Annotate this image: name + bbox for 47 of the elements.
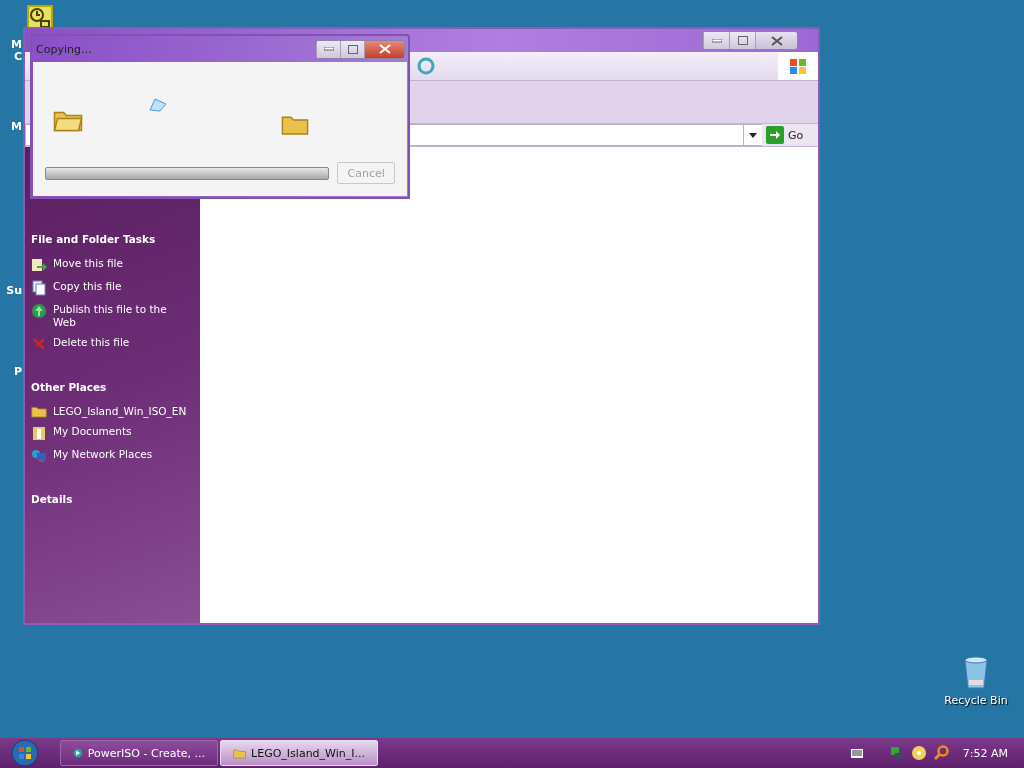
clock[interactable]: 7:52 AM bbox=[962, 746, 1008, 760]
close-icon bbox=[378, 44, 391, 54]
minimize-icon bbox=[711, 38, 722, 43]
dropdown-button[interactable] bbox=[744, 124, 762, 146]
maximize-icon bbox=[347, 44, 358, 54]
task-link[interactable]: LEGO_Island_Win_ISO_EN bbox=[31, 405, 200, 418]
maximize-button[interactable] bbox=[729, 32, 755, 49]
taskbar-button[interactable]: PowerISO - Create, ... bbox=[60, 740, 218, 766]
task-link[interactable]: Move this file bbox=[31, 257, 200, 273]
move-icon bbox=[31, 257, 47, 273]
desktop-icon-label: M bbox=[11, 38, 22, 51]
keyboard-icon[interactable] bbox=[850, 748, 863, 758]
minimize-button[interactable] bbox=[316, 40, 340, 58]
search-icon[interactable] bbox=[932, 745, 949, 761]
desktop-icon-label: C bbox=[13, 50, 22, 63]
task-link[interactable]: My Documents bbox=[31, 425, 200, 441]
start-button[interactable] bbox=[8, 739, 42, 767]
folder-icon bbox=[31, 405, 47, 418]
section-heading[interactable]: Details bbox=[31, 493, 200, 505]
dialog-title: Copying... bbox=[36, 42, 92, 56]
maximize-button[interactable] bbox=[340, 40, 364, 58]
maximize-icon bbox=[737, 36, 748, 45]
section-heading[interactable]: File and Folder Tasks bbox=[31, 233, 200, 245]
close-button[interactable] bbox=[364, 40, 404, 58]
task-link[interactable]: Copy this file bbox=[31, 280, 200, 296]
recycle-bin-icon[interactable] bbox=[962, 656, 990, 690]
task-link[interactable]: Delete this file bbox=[31, 336, 200, 352]
task-link[interactable]: Publish this file to the Web bbox=[31, 303, 200, 329]
folder-icon bbox=[281, 113, 309, 136]
desktop-icon-label: Su bbox=[6, 284, 22, 297]
paper-icon bbox=[149, 98, 167, 112]
documents-icon bbox=[31, 425, 47, 441]
document-icon bbox=[31, 280, 47, 296]
desktop-icon-label: P bbox=[13, 365, 22, 378]
close-icon bbox=[770, 35, 783, 46]
section-heading[interactable]: Other Places bbox=[31, 381, 200, 393]
desktop-icon-label: M bbox=[11, 120, 22, 133]
x-icon bbox=[31, 336, 47, 352]
network-icon[interactable] bbox=[888, 745, 905, 761]
network-icon bbox=[31, 448, 47, 464]
caret-icon bbox=[749, 132, 757, 138]
task-link[interactable]: My Network Places bbox=[31, 448, 200, 464]
desktop-icon-label[interactable]: Recycle Bin bbox=[940, 694, 1012, 707]
close-button[interactable] bbox=[755, 32, 797, 49]
folder-icon bbox=[233, 746, 247, 760]
taskbar-button[interactable]: LEGO_Island_Win_I... bbox=[220, 740, 378, 766]
go-button[interactable]: Go bbox=[762, 124, 818, 146]
